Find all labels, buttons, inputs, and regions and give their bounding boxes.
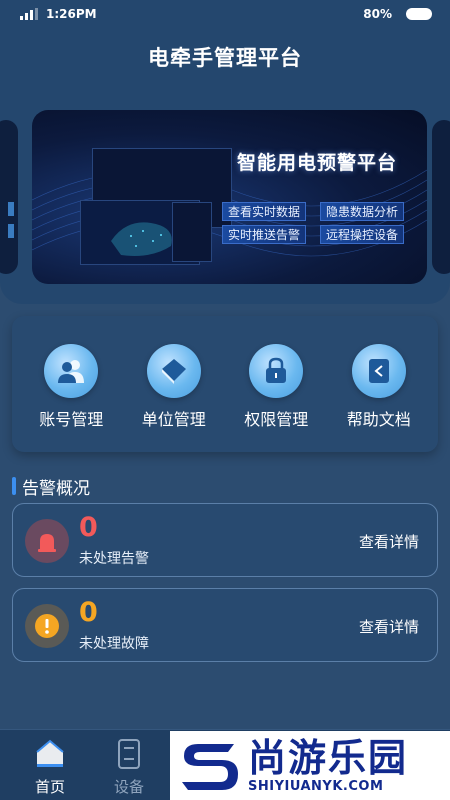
section-accent-bar — [12, 477, 16, 495]
alarm-label: 未处理告警 — [79, 551, 149, 567]
nav-item-devices[interactable]: 设备 — [99, 738, 159, 797]
alarm-count: 0 — [79, 512, 98, 543]
nav-item-home[interactable]: 首页 — [20, 738, 80, 797]
home-icon — [36, 739, 64, 767]
users-icon — [44, 344, 99, 398]
banner-tag: 实时推送告警 — [222, 225, 307, 244]
banner-tag: 远程操控设备 — [320, 225, 405, 244]
menu-label: 单位管理 — [141, 410, 206, 429]
view-details-link[interactable]: 查看详情 — [359, 531, 419, 552]
watermark-en: SHIYIUANYK.COM — [248, 779, 384, 794]
carousel-next-slide[interactable] — [432, 120, 450, 274]
document-icon — [351, 344, 406, 398]
section-title: 告警概况 — [22, 478, 90, 499]
signal-icon — [20, 8, 38, 20]
page-title: 电牵手管理平台 — [148, 46, 302, 70]
battery-icon — [406, 8, 432, 20]
status-time: 1:26PM — [46, 7, 97, 21]
status-bar: 1:26PM 80% — [0, 0, 450, 28]
menu-item-units[interactable]: 单位管理 — [124, 344, 224, 430]
battery-percent: 80% — [363, 7, 392, 21]
status-right: 80% — [363, 7, 432, 21]
menu-item-help-docs[interactable]: 帮助文档 — [329, 344, 429, 430]
view-details-link[interactable]: 查看详情 — [359, 616, 419, 637]
lock-icon — [249, 344, 304, 398]
menu-item-accounts[interactable]: 账号管理 — [21, 344, 121, 430]
banner-tag: 隐患数据分析 — [320, 202, 405, 221]
device-icon — [118, 739, 140, 769]
banner-slide[interactable]: 智能用电预警平台 查看实时数据 隐患数据分析 实时推送告警 远程操控设备 — [32, 110, 427, 284]
dashboard-screen-right — [172, 202, 212, 262]
warning-icon — [25, 604, 69, 648]
nav-label: 设备 — [113, 778, 144, 796]
fault-count: 0 — [79, 597, 98, 628]
menu-item-permissions[interactable]: 权限管理 — [226, 344, 326, 430]
fault-label: 未处理故障 — [79, 636, 149, 652]
watermark-logo-icon — [182, 743, 238, 790]
menu-label: 权限管理 — [244, 410, 309, 429]
watermark: 尚游乐园 SHIYIUANYK.COM — [170, 731, 450, 800]
menu-label: 账号管理 — [39, 410, 104, 429]
section-header: 告警概况 — [12, 475, 90, 499]
banner-tag: 查看实时数据 — [222, 202, 307, 221]
carousel-prev-slide[interactable] — [0, 120, 18, 274]
watermark-cn: 尚游乐园 — [248, 736, 409, 780]
book-icon — [146, 344, 201, 398]
alarm-card[interactable]: 0 未处理告警 查看详情 — [12, 503, 438, 577]
status-left: 1:26PM — [20, 7, 97, 21]
nav-label: 首页 — [34, 778, 65, 796]
watermark-text: 尚游乐园 SHIYIUANYK.COM — [248, 737, 408, 794]
quick-menu: 账号管理 单位管理 权限管理 帮助文档 — [12, 316, 438, 452]
fault-card[interactable]: 0 未处理故障 查看详情 — [12, 588, 438, 662]
siren-icon — [25, 519, 69, 563]
banner-title: 智能用电预警平台 — [236, 152, 397, 174]
menu-label: 帮助文档 — [346, 410, 411, 429]
